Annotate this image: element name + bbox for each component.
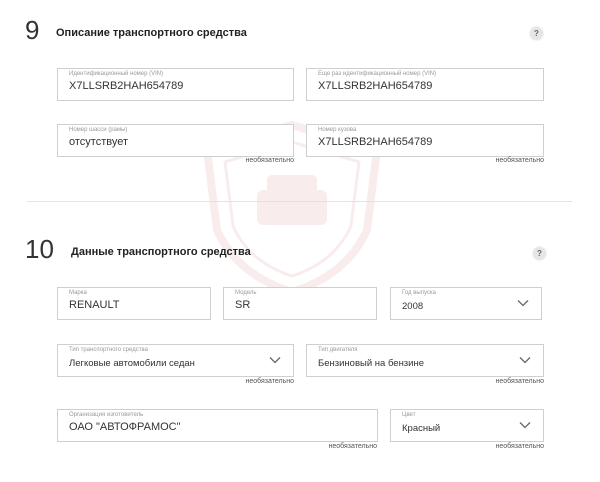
field-label: Модель: [235, 290, 257, 296]
field-label: Год выпуска: [402, 290, 436, 296]
question-circle-icon[interactable]: ?: [533, 247, 546, 260]
vin-confirm-field[interactable]: Еще раз идентификационный номер (VIN) X7…: [306, 68, 544, 101]
section-number: 9: [25, 15, 40, 45]
field-label: Марка: [69, 290, 87, 296]
field-value: отсутствует: [69, 136, 129, 148]
color-select[interactable]: Цвет Красный: [390, 409, 544, 442]
field-value: X7LLSRB2HAH654789: [318, 80, 433, 92]
chassis-number-field[interactable]: Номер шасси (рамы) отсутствует: [57, 124, 294, 157]
field-value: RENAULT: [69, 299, 120, 311]
field-value: X7LLSRB2HAH654789: [318, 136, 433, 148]
section-divider: [27, 201, 572, 202]
field-label: Цвет: [402, 412, 416, 418]
field-value: 2008: [402, 301, 424, 312]
chevron-down-icon[interactable]: [519, 419, 531, 431]
chevron-down-icon[interactable]: [517, 297, 529, 309]
engine-type-select[interactable]: Тип двигателя Бензиновый на бензине: [306, 344, 544, 377]
field-value: SR: [235, 299, 251, 311]
vehicle-type-select[interactable]: Тип транспортного средства Легковые авто…: [57, 344, 294, 377]
optional-hint: необязательно: [245, 378, 294, 385]
field-label: Идентификационный номер (VIN): [69, 71, 164, 77]
section-title: Описание транспортного средства: [56, 27, 247, 39]
chevron-down-icon[interactable]: [519, 354, 531, 366]
field-value: Красный: [402, 423, 441, 434]
section-number: 10: [25, 234, 54, 264]
optional-hint: необязательно: [245, 157, 294, 164]
field-label: Номер шасси (рамы): [69, 127, 128, 133]
optional-hint: необязательно: [495, 443, 544, 450]
field-label: Организация изготовитель: [69, 412, 144, 418]
field-label: Еще раз идентификационный номер (VIN): [318, 71, 437, 77]
make-field[interactable]: Марка RENAULT: [57, 287, 211, 320]
chevron-down-icon[interactable]: [269, 354, 281, 366]
field-label: Тип транспортного средства: [69, 347, 148, 353]
field-value: X7LLSRB2HAH654789: [69, 80, 184, 92]
field-value: Бензиновый на бензине: [318, 358, 425, 369]
optional-hint: необязательно: [495, 157, 544, 164]
optional-hint: необязательно: [495, 378, 544, 385]
field-label: Номер кузова: [318, 127, 357, 133]
field-value: ОАО "АВТОФРАМОС": [69, 421, 181, 433]
question-circle-icon[interactable]: ?: [530, 27, 543, 40]
vin-field[interactable]: Идентификационный номер (VIN) X7LLSRB2HA…: [57, 68, 294, 101]
optional-hint: необязательно: [328, 443, 377, 450]
body-number-field[interactable]: Номер кузова X7LLSRB2HAH654789: [306, 124, 544, 157]
field-value: Легковые автомобили седан: [69, 358, 195, 369]
manufacturer-field[interactable]: Организация изготовитель ОАО "АВТОФРАМОС…: [57, 409, 378, 442]
year-select[interactable]: Год выпуска 2008: [390, 287, 542, 320]
section-title: Данные транспортного средства: [71, 246, 251, 258]
model-field[interactable]: Модель SR: [223, 287, 377, 320]
field-label: Тип двигателя: [318, 347, 358, 353]
